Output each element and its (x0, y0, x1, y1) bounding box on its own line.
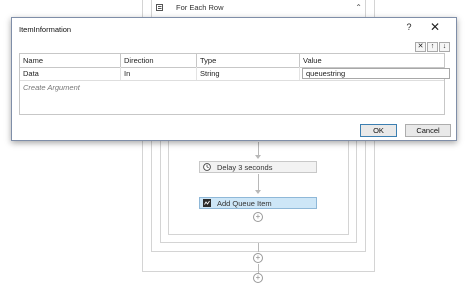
column-header-direction[interactable]: Direction (121, 54, 197, 67)
argument-name-cell[interactable]: Data (20, 67, 121, 80)
delete-argument-icon[interactable]: ✕ (415, 42, 426, 52)
delay-activity-label: Delay 3 seconds (217, 162, 273, 172)
clock-icon (203, 163, 211, 171)
delay-activity[interactable]: Delay 3 seconds (199, 161, 317, 173)
add-activity-plus-icon[interactable]: + (253, 253, 263, 263)
argument-direction-cell[interactable]: In (121, 67, 197, 80)
connector-line (258, 142, 259, 156)
table-row[interactable]: Data In String queuestring (20, 67, 450, 81)
item-information-dialog: ItemInformation ? ✕ ✕ ↑ ↓ Name Direction… (11, 17, 457, 141)
grid-header-row: Name Direction Type Value (20, 54, 444, 68)
connector-line (258, 264, 259, 273)
foreach-icon (156, 3, 163, 11)
queue-icon (203, 199, 211, 207)
connector-line (258, 243, 259, 252)
create-argument-row[interactable]: Create Argument (20, 81, 444, 94)
connector-arrow (255, 190, 261, 194)
argument-value-input[interactable]: queuestring (302, 68, 450, 79)
cancel-button[interactable]: Cancel (405, 124, 451, 137)
close-icon[interactable]: ✕ (429, 20, 441, 34)
collapse-chevron-icon[interactable]: ⌃ (355, 3, 362, 12)
add-queue-item-label: Add Queue Item (217, 198, 272, 208)
move-down-icon[interactable]: ↓ (439, 42, 450, 52)
foreach-title: For Each Row (176, 3, 224, 12)
column-header-value[interactable]: Value (300, 54, 446, 67)
argument-type-cell[interactable]: String (197, 67, 300, 80)
connector-arrow (255, 155, 261, 159)
move-up-icon[interactable]: ↑ (427, 42, 438, 52)
ok-button[interactable]: OK (360, 124, 397, 137)
argument-toolbar: ✕ ↑ ↓ (415, 42, 450, 52)
create-argument-link[interactable]: Create Argument (20, 81, 220, 94)
arguments-grid: Name Direction Type Value Data In String… (19, 53, 450, 115)
dialog-title: ItemInformation (19, 25, 72, 34)
help-button[interactable]: ? (404, 22, 414, 32)
add-activity-plus-icon[interactable]: + (253, 273, 263, 283)
column-header-name[interactable]: Name (20, 54, 121, 67)
add-queue-item-activity[interactable]: Add Queue Item (199, 197, 317, 209)
add-activity-plus-icon[interactable]: + (253, 212, 263, 222)
foreach-row-header[interactable]: For Each Row ⌃ (151, 0, 366, 15)
column-header-type[interactable]: Type (197, 54, 300, 67)
connector-line (258, 174, 259, 190)
